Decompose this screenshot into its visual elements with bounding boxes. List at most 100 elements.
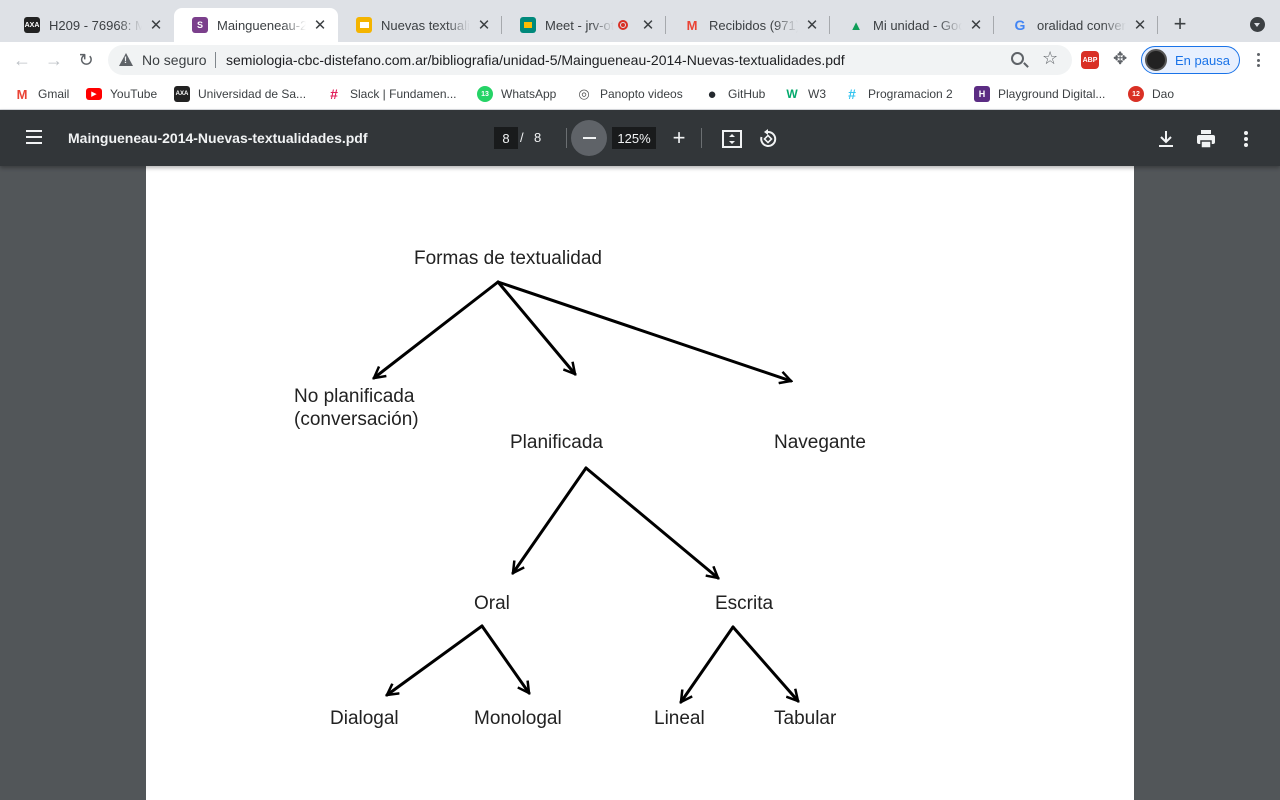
close-icon[interactable]: ✕ (1132, 17, 1148, 34)
zoom-out-button[interactable] (571, 120, 607, 156)
node-escrita: Escrita (715, 593, 774, 614)
tab-drive[interactable]: ▲ Mi unidad - Goog ✕ (830, 8, 994, 42)
recording-icon (618, 20, 628, 30)
github-icon: ● (707, 85, 717, 103)
bookmark-panopto[interactable]: ◎ Panopto videos (576, 86, 683, 102)
edge-oral-monologal (480, 624, 531, 693)
zoom-icon[interactable] (1011, 52, 1024, 65)
toolbar-divider (566, 128, 567, 148)
university-icon: AXA (174, 86, 190, 102)
bookmark-gmail[interactable]: M Gmail (14, 86, 70, 102)
close-icon[interactable]: ✕ (640, 17, 656, 34)
address-bar[interactable]: No seguro semiologia-cbc-distefano.com.a… (108, 45, 1072, 75)
bookmark-label: Playground Digital... (998, 87, 1106, 101)
node-monologal: Monologal (474, 708, 562, 729)
extensions-icon[interactable]: ✥ (1113, 49, 1127, 69)
tab-nuevas-textualidades[interactable]: Nuevas textualida ✕ (338, 8, 502, 42)
bookmark-slack-fundamentos[interactable]: # Slack | Fundamen... (326, 86, 456, 102)
menu-icon[interactable] (26, 130, 42, 144)
tab-title: Mi unidad - Goog (873, 17, 962, 33)
bookmark-label: Universidad de Sa... (198, 87, 307, 101)
tree-diagram (146, 280, 1134, 800)
tab-maingueneau-pdf[interactable]: S Maingueneau-20 ✕ (174, 8, 338, 42)
tab-meet[interactable]: Meet - jrv-otv ✕ (502, 8, 666, 42)
tab-title: Meet - jrv-otv (545, 17, 614, 33)
bookmark-programacion-2[interactable]: # Programacion 2 (844, 86, 953, 102)
gmail-icon: M (16, 86, 28, 102)
tab-gmail[interactable]: M Recibidos (971) - ✕ (666, 8, 830, 42)
bookmark-label: WhatsApp (501, 87, 557, 101)
bookmark-w3[interactable]: W W3 (784, 86, 826, 102)
w3-icon: W (786, 87, 798, 101)
pdf-title: Maingueneau-2014-Nuevas-textualidades.pd… (68, 130, 368, 146)
more-options-icon[interactable] (1240, 130, 1252, 148)
close-icon[interactable]: ✕ (148, 17, 164, 34)
bookmark-universidad[interactable]: AXA Universidad de Sa... (174, 86, 306, 102)
bookmark-label: YouTube (110, 87, 158, 101)
new-tab-button[interactable]: + (1168, 11, 1192, 36)
profile-button[interactable]: En pausa (1141, 46, 1240, 74)
toolbar-divider (701, 128, 702, 148)
zoom-in-button[interactable]: + (668, 125, 690, 150)
adblock-icon[interactable]: ABP (1081, 51, 1099, 69)
bookmark-label: Panopto videos (600, 87, 683, 101)
bookmark-label: Gmail (38, 87, 70, 101)
playground-icon: H (974, 86, 990, 102)
bookmark-youtube[interactable]: ▶ YouTube (86, 86, 157, 102)
back-icon[interactable]: ← (10, 48, 34, 72)
fit-to-page-icon[interactable] (722, 130, 742, 148)
node-no-planificada: No planificada (294, 386, 415, 407)
browser-menu-icon[interactable] (1252, 50, 1264, 70)
node-conversacion: (conversación) (294, 409, 419, 430)
url-text[interactable]: semiologia-cbc-distefano.com.ar/bibliogr… (226, 52, 845, 68)
rotate-icon[interactable] (758, 129, 778, 149)
meet-icon (520, 17, 536, 33)
forward-icon[interactable]: → (42, 48, 66, 72)
bookmark-label: Programacion 2 (868, 87, 953, 101)
close-icon[interactable]: ✕ (968, 17, 984, 34)
bookmark-github[interactable]: ● GitHub (704, 85, 766, 103)
bookmark-label: GitHub (728, 87, 766, 101)
edge-escrita-lineal (679, 625, 735, 702)
tab-divider (501, 16, 502, 34)
drive-icon: ▲ (849, 17, 863, 33)
slides-icon (356, 17, 372, 33)
close-icon[interactable]: ✕ (476, 17, 492, 34)
bookmark-whatsapp[interactable]: 13 WhatsApp (477, 86, 556, 102)
bookmark-playground[interactable]: H Playground Digital... (974, 86, 1105, 102)
page-separator: / (520, 130, 524, 145)
tab-course[interactable]: AXA H209 - 76968: M ✕ (6, 8, 174, 42)
tab-search-icon[interactable] (1250, 17, 1265, 32)
node-planificada: Planificada (510, 432, 603, 453)
browser-toolbar: ← → ↻ No seguro semiologia-cbc-distefano… (0, 42, 1280, 78)
bookmark-dao[interactable]: 12 Dao (1128, 86, 1174, 102)
page-number-input[interactable]: 8 (494, 127, 518, 149)
slack-icon: # (330, 86, 338, 102)
node-lineal: Lineal (654, 708, 705, 729)
pdf-viewer[interactable]: Formas de textualidad No planificada (co… (0, 166, 1280, 800)
close-icon[interactable]: ✕ (312, 17, 328, 34)
pdf-site-icon: S (192, 17, 208, 33)
download-icon[interactable] (1157, 130, 1175, 148)
tab-title: Maingueneau-20 (217, 17, 306, 33)
edge-planificada-escrita (584, 466, 718, 578)
node-oral: Oral (474, 593, 510, 614)
tab-strip: AXA H209 - 76968: M ✕ S Maingueneau-20 ✕… (0, 0, 1280, 42)
security-label[interactable]: No seguro (142, 52, 207, 68)
slack-icon: # (848, 86, 856, 102)
tab-google-search[interactable]: G oralidad conversa ✕ (994, 8, 1158, 42)
warning-icon[interactable] (119, 53, 133, 66)
calendar-icon: 12 (1128, 86, 1144, 102)
close-icon[interactable]: ✕ (804, 17, 820, 34)
google-icon: G (1014, 17, 1026, 33)
tab-title: Nuevas textualida (381, 17, 470, 33)
reload-icon[interactable]: ↻ (74, 48, 98, 72)
bookmarks-bar: M Gmail ▶ YouTube AXA Universidad de Sa.… (0, 78, 1280, 110)
print-icon[interactable] (1196, 130, 1216, 148)
tab-divider (665, 16, 666, 34)
bookmark-star-icon[interactable]: ☆ (1042, 48, 1058, 69)
zoom-level-input[interactable]: 125% (612, 127, 656, 149)
tab-title: H209 - 76968: M (49, 17, 142, 33)
profile-label: En pausa (1175, 52, 1230, 68)
node-tabular: Tabular (774, 708, 837, 729)
